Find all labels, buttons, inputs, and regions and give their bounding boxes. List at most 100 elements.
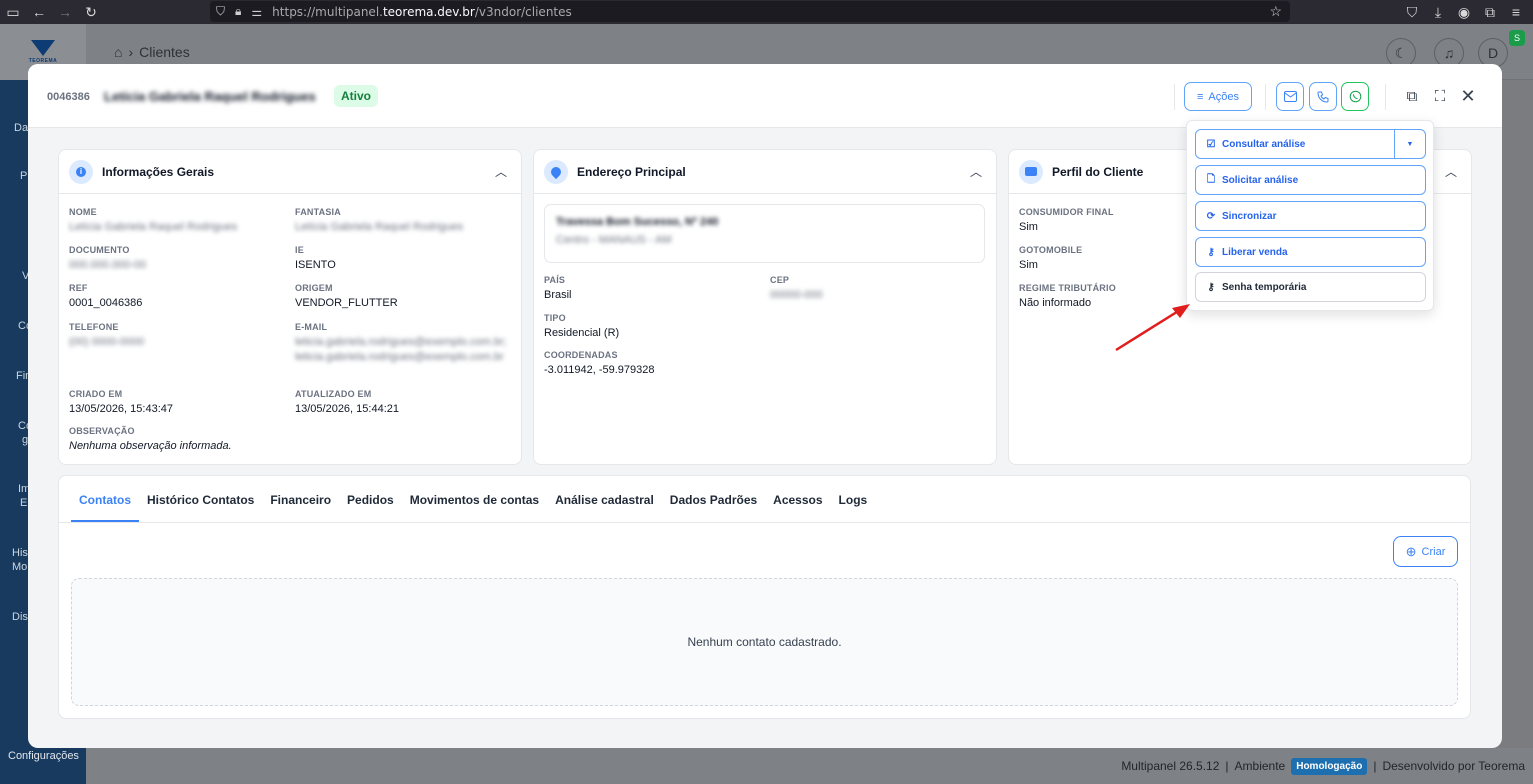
- tabs-panel: Contatos Histórico Contatos Financeiro P…: [58, 475, 1471, 719]
- chevron-up-icon[interactable]: ︿: [495, 163, 507, 180]
- fullscreen-icon[interactable]: ⛶: [1430, 86, 1450, 106]
- card-title: Perfil do Cliente: [1052, 164, 1144, 179]
- back-icon[interactable]: ←: [26, 0, 52, 24]
- id-card-icon: [1019, 159, 1043, 184]
- tab-movimentos-de-contas[interactable]: Movimentos de contas: [402, 476, 547, 523]
- bookmark-star-icon[interactable]: ☆: [1269, 3, 1282, 20]
- info-icon: i: [69, 159, 93, 184]
- tab-logs[interactable]: Logs: [831, 476, 876, 523]
- sincronizar-button[interactable]: ⟳ Sincronizar: [1195, 201, 1426, 231]
- browser-toolbar: ▭ ← → ↻ ⛉ 🔒︎ ⚌ https://multipanel.teorem…: [0, 0, 1533, 24]
- menu-lines-icon: ≡: [1197, 90, 1204, 103]
- avatar-badge: S: [1509, 30, 1525, 46]
- open-external-icon[interactable]: ⧉: [1402, 86, 1422, 106]
- breadcrumb-current: Clientes: [139, 44, 190, 60]
- file-plus-icon: 🗋: [1206, 173, 1216, 185]
- mail-icon: [1283, 91, 1297, 102]
- field-nome: NOME Letícia Gabriela Raquel Rodrigues: [69, 207, 238, 233]
- location-pin-icon: [544, 159, 568, 184]
- actions-button[interactable]: ≡ Ações: [1184, 82, 1252, 111]
- close-icon[interactable]: ✕: [1458, 86, 1478, 106]
- key-icon: ⚷: [1207, 281, 1215, 293]
- chevron-up-icon[interactable]: ︿: [970, 163, 982, 180]
- card-header[interactable]: Endereço Principal ︿: [534, 150, 996, 194]
- header-divider: [1385, 84, 1386, 110]
- bell-icon: ♫: [1443, 45, 1455, 61]
- whatsapp-button[interactable]: [1341, 82, 1369, 111]
- environment-badge: Homologação: [1291, 757, 1368, 775]
- sidebar-item[interactable]: E: [20, 497, 27, 509]
- card-title: Informações Gerais: [102, 164, 215, 179]
- header-divider: [1174, 84, 1175, 110]
- chevron-up-icon[interactable]: ︿: [1445, 163, 1457, 180]
- sync-icon: ⟳: [1206, 210, 1216, 222]
- consultar-analise-button[interactable]: ☑ Consultar análise ▼: [1195, 129, 1426, 159]
- tab-financeiro[interactable]: Financeiro: [262, 476, 339, 523]
- liberar-venda-button[interactable]: ⚷ Liberar venda: [1195, 237, 1426, 267]
- tab-bar: Contatos Histórico Contatos Financeiro P…: [59, 476, 1470, 523]
- field-atualizado-em: ATUALIZADO EM 13/05/2026, 15:44:21: [295, 389, 399, 415]
- field-tipo: TIPO Residencial (R): [544, 313, 620, 339]
- sidebar-toggle-icon[interactable]: ▭: [0, 0, 26, 24]
- footer-developer: Desenvolvido por Teorema: [1382, 759, 1525, 773]
- lock-icon: 🔒︎: [235, 4, 242, 18]
- moon-icon: ☾: [1394, 44, 1408, 61]
- pocket-icon[interactable]: ⛉: [1399, 0, 1425, 24]
- shield-icon: ⛉: [216, 4, 226, 18]
- key-icon: ⚷: [1207, 246, 1215, 258]
- forward-icon[interactable]: →: [52, 0, 78, 24]
- tab-contatos[interactable]: Contatos: [71, 476, 139, 523]
- whatsapp-icon: [1349, 90, 1361, 103]
- create-contact-button[interactable]: ⊕ Criar: [1393, 536, 1458, 567]
- email-button[interactable]: [1276, 82, 1304, 111]
- status-badge: Ativo: [334, 85, 378, 107]
- annotation-arrow: [1115, 304, 1190, 352]
- tab-pedidos[interactable]: Pedidos: [339, 476, 402, 523]
- home-icon[interactable]: ⌂: [114, 44, 122, 60]
- tab-acessos[interactable]: Acessos: [765, 476, 830, 523]
- checklist-icon: ☑: [1206, 138, 1216, 150]
- modal-header: 0046386 Letícia Gabriela Raquel Rodrigue…: [28, 64, 1502, 128]
- sidebar-item[interactable]: Da: [14, 122, 28, 134]
- breadcrumb: ⌂ › Clientes: [114, 44, 190, 60]
- address-summary: Travessa Bom Sucesso, Nº 240 Centro - MA…: [544, 204, 985, 263]
- chevron-right-icon: ›: [128, 44, 134, 60]
- field-origem: ORIGEM VENDOR_FLUTTER: [295, 283, 398, 309]
- footer-separator: |: [1225, 759, 1229, 773]
- card-title: Endereço Principal: [577, 164, 686, 179]
- sidebar-item[interactable]: His: [12, 547, 28, 559]
- download-icon[interactable]: ⤓: [1425, 0, 1451, 24]
- url-text: https://multipanel.teorema.dev.br/v3ndor…: [272, 4, 572, 19]
- sidebar-item[interactable]: P: [20, 170, 27, 182]
- sidebar-item-config[interactable]: Configurações: [8, 750, 79, 762]
- tab-historico-contatos[interactable]: Histórico Contatos: [139, 476, 262, 523]
- field-consumidor-final: CONSUMIDOR FINAL Sim: [1019, 207, 1114, 233]
- field-cep: CEP 00000-000: [770, 275, 823, 301]
- client-code: 0046386: [47, 91, 90, 103]
- phone-icon: [1317, 91, 1329, 103]
- solicitar-analise-button[interactable]: 🗋 Solicitar análise: [1195, 165, 1426, 195]
- field-telefone: TELEFONE (00) 0000-0000: [69, 322, 145, 348]
- senha-temporaria-button[interactable]: ⚷ Senha temporária: [1195, 272, 1426, 302]
- header-divider: [1265, 84, 1266, 110]
- menu-icon[interactable]: ≡: [1503, 0, 1529, 24]
- actions-label: Ações: [1208, 90, 1239, 103]
- call-button[interactable]: [1309, 82, 1337, 111]
- extensions-icon[interactable]: ⧉: [1477, 0, 1503, 24]
- field-documento: DOCUMENTO 000.000.000-00: [69, 245, 147, 271]
- tab-analise-cadastral[interactable]: Análise cadastral: [547, 476, 662, 523]
- address-card: Endereço Principal ︿ Travessa Bom Sucess…: [533, 149, 997, 465]
- empty-state: Nenhum contato cadastrado.: [71, 578, 1458, 706]
- footer-separator: |: [1373, 759, 1377, 773]
- tab-dados-padroes[interactable]: Dados Padrões: [662, 476, 765, 523]
- chevron-down-icon[interactable]: ▼: [1394, 130, 1425, 158]
- sidebar-item[interactable]: Dis: [12, 611, 28, 623]
- address-bar[interactable]: ⛉ 🔒︎ ⚌ https://multipanel.teorema.dev.br…: [210, 1, 1290, 22]
- general-info-card: i Informações Gerais ︿ NOME Letícia Gabr…: [58, 149, 522, 465]
- card-header[interactable]: i Informações Gerais ︿: [59, 150, 521, 194]
- sidebar-item[interactable]: Mo: [12, 561, 27, 573]
- account-icon[interactable]: ◉: [1451, 0, 1477, 24]
- footer-env-label: Ambiente: [1234, 759, 1286, 773]
- field-regime-tributario: REGIME TRIBUTÁRIO Não informado: [1019, 283, 1116, 309]
- reload-icon[interactable]: ↻: [78, 0, 104, 24]
